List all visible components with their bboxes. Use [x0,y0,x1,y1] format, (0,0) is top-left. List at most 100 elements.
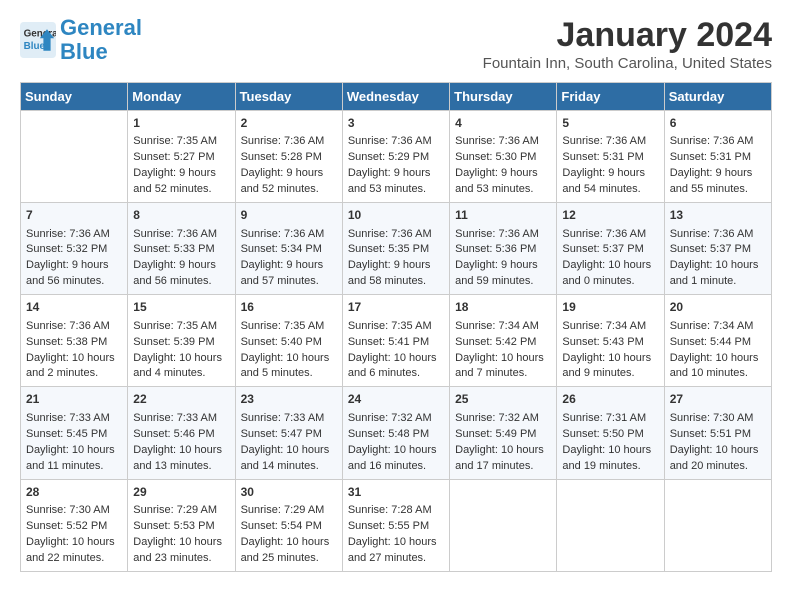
calendar-cell: 21Sunrise: 7:33 AMSunset: 5:45 PMDayligh… [21,387,128,479]
calendar-cell: 26Sunrise: 7:31 AMSunset: 5:50 PMDayligh… [557,387,664,479]
cell-info: and 0 minutes. [562,274,658,290]
cell-info: Daylight: 10 hours [26,535,122,551]
cell-info: Sunrise: 7:31 AM [562,411,658,427]
cell-info: and 16 minutes. [348,459,444,475]
cell-info: and 53 minutes. [348,182,444,198]
cell-info: Daylight: 9 hours [455,258,551,274]
cell-info: Sunset: 5:35 PM [348,242,444,258]
cell-info: Sunrise: 7:36 AM [670,134,766,150]
cell-info: Sunset: 5:49 PM [455,427,551,443]
week-row-1: 1Sunrise: 7:35 AMSunset: 5:27 PMDaylight… [21,111,772,203]
cell-info: Sunset: 5:32 PM [26,242,122,258]
day-number: 16 [241,299,337,316]
calendar-table: SundayMondayTuesdayWednesdayThursdayFrid… [20,82,772,572]
cell-info: Sunrise: 7:35 AM [133,319,229,335]
logo: General Blue GeneralBlue [20,16,142,64]
cell-info: Daylight: 9 hours [241,258,337,274]
cell-info: Sunrise: 7:35 AM [133,134,229,150]
day-number: 3 [348,115,444,132]
cell-info: Daylight: 10 hours [241,535,337,551]
day-number: 8 [133,207,229,224]
cell-info: Daylight: 9 hours [133,166,229,182]
cell-info: Daylight: 10 hours [26,351,122,367]
cell-info: Daylight: 9 hours [26,258,122,274]
calendar-header: SundayMondayTuesdayWednesdayThursdayFrid… [21,83,772,111]
calendar-cell: 7 Sunrise: 7:36 AMSunset: 5:32 PMDaylight… [21,203,128,295]
calendar-cell: 14Sunrise: 7:36 AMSunset: 5:38 PMDayligh… [21,295,128,387]
week-row-2: 7Sunrise: 7:36 AMSunset: 5:32 PMDaylight… [21,203,772,295]
cell-info: Sunset: 5:55 PM [348,519,444,535]
cell-info: Sunrise: 7:34 AM [670,319,766,335]
column-header-saturday: Saturday [664,83,771,111]
calendar-cell: 30Sunrise: 7:29 AMSunset: 5:54 PMDayligh… [235,479,342,571]
logo-icon: General Blue [20,22,56,58]
day-number: 29 [133,484,229,501]
cell-info: and 23 minutes. [133,551,229,567]
month-title: January 2024 [483,16,772,55]
cell-info: Daylight: 9 hours [670,166,766,182]
cell-info: and 52 minutes. [133,182,229,198]
cell-info: Sunset: 5:51 PM [670,427,766,443]
day-number: 21 [26,391,122,408]
calendar-cell: 28Sunrise: 7:30 AMSunset: 5:52 PMDayligh… [21,479,128,571]
cell-info: and 58 minutes. [348,274,444,290]
cell-info: and 7 minutes. [455,366,551,382]
cell-info: Daylight: 10 hours [133,351,229,367]
cell-info: Daylight: 9 hours [241,166,337,182]
column-header-friday: Friday [557,83,664,111]
cell-info: Daylight: 10 hours [241,351,337,367]
cell-info: Sunset: 5:40 PM [241,335,337,351]
calendar-cell: 17Sunrise: 7:35 AMSunset: 5:41 PMDayligh… [342,295,449,387]
title-block: January 2024 Fountain Inn, South Carolin… [483,16,772,72]
calendar-cell: 1Sunrise: 7:35 AMSunset: 5:27 PMDaylight… [128,111,235,203]
page-header: General Blue GeneralBlue January 2024 Fo… [20,16,772,72]
day-number: 12 [562,207,658,224]
day-number: 15 [133,299,229,316]
cell-info: and 57 minutes. [241,274,337,290]
cell-info: and 55 minutes. [670,182,766,198]
calendar-cell: 2Sunrise: 7:36 AMSunset: 5:28 PMDaylight… [235,111,342,203]
day-number: 20 [670,299,766,316]
cell-info: and 1 minute. [670,274,766,290]
cell-info: and 6 minutes. [348,366,444,382]
cell-info: and 13 minutes. [133,459,229,475]
day-number: 7 [26,207,122,224]
cell-info: Sunset: 5:42 PM [455,335,551,351]
calendar-cell: 4Sunrise: 7:36 AMSunset: 5:30 PMDaylight… [450,111,557,203]
cell-info: Sunset: 5:30 PM [455,150,551,166]
cell-info: Sunset: 5:43 PM [562,335,658,351]
cell-info: and 5 minutes. [241,366,337,382]
calendar-cell: 9Sunrise: 7:36 AMSunset: 5:34 PMDaylight… [235,203,342,295]
calendar-cell: 11Sunrise: 7:36 AMSunset: 5:36 PMDayligh… [450,203,557,295]
cell-info: Sunrise: 7:36 AM [455,227,551,243]
day-number: 18 [455,299,551,316]
column-header-wednesday: Wednesday [342,83,449,111]
day-number: 10 [348,207,444,224]
calendar-cell: 23Sunrise: 7:33 AMSunset: 5:47 PMDayligh… [235,387,342,479]
cell-info: Sunset: 5:34 PM [241,242,337,258]
day-number: 25 [455,391,551,408]
cell-info: Sunset: 5:37 PM [562,242,658,258]
cell-info: Sunrise: 7:35 AM [241,319,337,335]
cell-info: Daylight: 10 hours [670,443,766,459]
day-number: 28 [26,484,122,501]
calendar-cell: 29Sunrise: 7:29 AMSunset: 5:53 PMDayligh… [128,479,235,571]
day-number: 22 [133,391,229,408]
calendar-cell: 5Sunrise: 7:36 AMSunset: 5:31 PMDaylight… [557,111,664,203]
calendar-cell: 25Sunrise: 7:32 AMSunset: 5:49 PMDayligh… [450,387,557,479]
cell-info: and 25 minutes. [241,551,337,567]
cell-info: Sunset: 5:28 PM [241,150,337,166]
cell-info: Sunrise: 7:36 AM [562,227,658,243]
svg-text:Blue: Blue [24,41,46,52]
cell-info: and 59 minutes. [455,274,551,290]
cell-info: Sunrise: 7:35 AM [348,319,444,335]
cell-info: and 54 minutes. [562,182,658,198]
cell-info: Sunset: 5:37 PM [670,242,766,258]
day-number: 17 [348,299,444,316]
cell-info: Sunrise: 7:36 AM [26,227,122,243]
cell-info: and 56 minutes. [26,274,122,290]
week-row-4: 21Sunrise: 7:33 AMSunset: 5:45 PMDayligh… [21,387,772,479]
column-header-sunday: Sunday [21,83,128,111]
day-number: 1 [133,115,229,132]
cell-info: Sunrise: 7:33 AM [26,411,122,427]
